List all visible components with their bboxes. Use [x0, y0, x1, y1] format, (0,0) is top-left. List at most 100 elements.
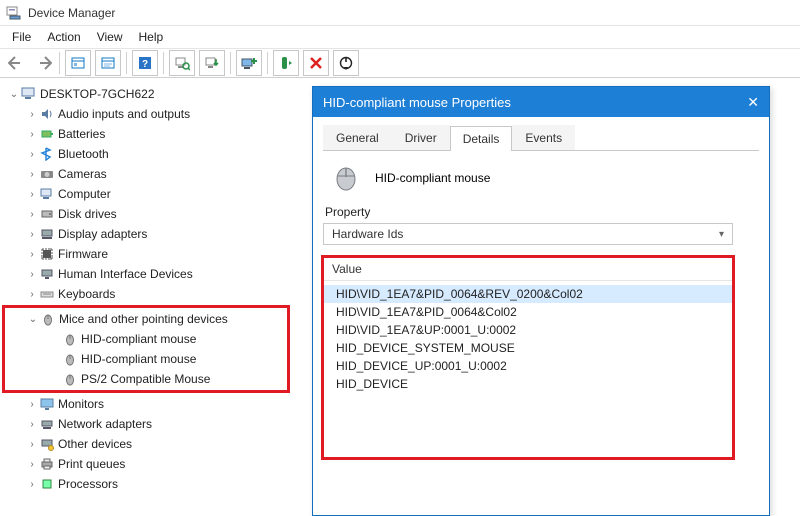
battery-icon — [38, 126, 56, 142]
chevron-right-icon[interactable]: › — [26, 289, 38, 300]
chevron-down-icon[interactable]: ⌄ — [27, 314, 39, 325]
chevron-right-icon[interactable]: › — [26, 459, 38, 470]
tree-label: Firmware — [58, 247, 108, 261]
firmware-icon — [38, 246, 56, 262]
menu-help[interactable]: Help — [131, 28, 172, 46]
uninstall-button[interactable] — [303, 50, 329, 76]
chevron-right-icon[interactable]: › — [26, 249, 38, 260]
tree-node-monitors[interactable]: › Monitors — [4, 394, 316, 414]
tree-node-processors[interactable]: › Processors — [4, 474, 316, 494]
chevron-right-icon[interactable]: › — [26, 269, 38, 280]
camera-icon — [38, 166, 56, 182]
scan-hardware-button[interactable] — [169, 50, 195, 76]
chevron-right-icon[interactable]: › — [26, 149, 38, 160]
menubar: File Action View Help — [0, 26, 800, 48]
keyboard-icon — [38, 286, 56, 302]
value-row[interactable]: HID\VID_1EA7&UP:0001_U:0002 — [324, 321, 732, 339]
chevron-right-icon[interactable]: › — [26, 439, 38, 450]
tree-node-hid[interactable]: ›Human Interface Devices — [4, 264, 316, 284]
tree-label: PS/2 Compatible Mouse — [81, 372, 210, 386]
disk-icon — [38, 206, 56, 222]
toolbar: ? — [0, 48, 800, 78]
tree-root[interactable]: ⌄ DESKTOP-7GCH622 — [4, 84, 316, 104]
show-hidden-button[interactable] — [65, 50, 91, 76]
tab-general[interactable]: General — [323, 125, 392, 150]
enable-button[interactable] — [273, 50, 299, 76]
tree-node-other[interactable]: ›Other devices — [4, 434, 316, 454]
chevron-right-icon[interactable]: › — [26, 229, 38, 240]
tree-node-network[interactable]: ›Network adapters — [4, 414, 316, 434]
menu-action[interactable]: Action — [39, 28, 88, 46]
chevron-right-icon[interactable]: › — [26, 109, 38, 120]
tree-node-keyboards[interactable]: › Keyboards — [4, 284, 316, 304]
properties-button[interactable] — [95, 50, 121, 76]
value-row[interactable]: HID_DEVICE_UP:0001_U:0002 — [324, 357, 732, 375]
chevron-right-icon[interactable]: › — [26, 209, 38, 220]
tree-item-ps2-mouse[interactable]: PS/2 Compatible Mouse — [5, 369, 287, 389]
chevron-right-icon[interactable]: › — [26, 399, 38, 410]
close-button[interactable]: ✕ — [747, 94, 759, 111]
value-row[interactable]: HID\VID_1EA7&PID_0064&REV_0200&Col02 — [324, 285, 732, 303]
value-row[interactable]: HID_DEVICE — [324, 375, 732, 393]
tree-node-print[interactable]: › Print queues — [4, 454, 316, 474]
computer-icon — [20, 86, 38, 102]
tree-node-display[interactable]: ›Display adapters — [4, 224, 316, 244]
tree-label: Processors — [58, 477, 118, 491]
help-button[interactable]: ? — [132, 50, 158, 76]
chevron-right-icon[interactable]: › — [26, 129, 38, 140]
value-row[interactable]: HID\VID_1EA7&PID_0064&Col02 — [324, 303, 732, 321]
device-name: HID-compliant mouse — [375, 171, 490, 185]
chevron-right-icon[interactable]: › — [26, 169, 38, 180]
menu-view[interactable]: View — [89, 28, 131, 46]
chevron-right-icon[interactable]: › — [26, 419, 38, 430]
device-tree[interactable]: ⌄ DESKTOP-7GCH622 ›Audio inputs and outp… — [0, 78, 320, 500]
tree-node-mice[interactable]: ⌄Mice and other pointing devices — [5, 309, 287, 329]
chevron-down-icon[interactable]: ⌄ — [8, 89, 20, 100]
highlighted-mice-group: ⌄Mice and other pointing devices HID-com… — [2, 305, 290, 393]
mouse-icon — [61, 351, 79, 367]
tree-node-audio[interactable]: ›Audio inputs and outputs — [4, 104, 316, 124]
tree-node-disk[interactable]: › Disk drives — [4, 204, 316, 224]
tree-label: Monitors — [58, 397, 104, 411]
tree-label: Computer — [58, 187, 111, 201]
tab-details[interactable]: Details — [450, 126, 513, 151]
tree-label: Keyboards — [58, 287, 115, 301]
tree-label: HID-compliant mouse — [81, 332, 196, 346]
tree-label: Cameras — [58, 167, 107, 181]
tab-driver[interactable]: Driver — [392, 125, 450, 150]
other-devices-icon — [38, 436, 56, 452]
tree-label: Disk drives — [58, 207, 117, 221]
property-dropdown[interactable]: Hardware Ids ▾ — [323, 223, 733, 245]
network-icon — [38, 416, 56, 432]
tree-node-bluetooth[interactable]: ›Bluetooth — [4, 144, 316, 164]
disable-button[interactable] — [333, 50, 359, 76]
tree-node-cameras[interactable]: › Cameras — [4, 164, 316, 184]
tree-node-firmware[interactable]: › Firmware — [4, 244, 316, 264]
display-adapter-icon — [38, 226, 56, 242]
printer-icon — [38, 456, 56, 472]
forward-button[interactable] — [30, 50, 56, 76]
tree-node-batteries[interactable]: › Batteries — [4, 124, 316, 144]
mouse-icon — [329, 165, 363, 191]
chevron-right-icon[interactable]: › — [26, 479, 38, 490]
tree-label: Batteries — [58, 127, 105, 141]
update-driver-button[interactable] — [199, 50, 225, 76]
back-button[interactable] — [4, 50, 30, 76]
audio-icon — [38, 106, 56, 122]
dialog-title: HID-compliant mouse Properties — [323, 95, 511, 110]
dialog-titlebar[interactable]: HID-compliant mouse Properties ✕ — [313, 87, 769, 117]
toolbar-separator — [163, 52, 164, 74]
value-listbox[interactable]: Value HID\VID_1EA7&PID_0064&REV_0200&Col… — [323, 257, 733, 458]
tree-root-label: DESKTOP-7GCH622 — [40, 87, 155, 101]
menu-file[interactable]: File — [4, 28, 39, 46]
tree-item-hid-mouse-1[interactable]: HID-compliant mouse — [5, 329, 287, 349]
tree-label: Print queues — [58, 457, 125, 471]
add-legacy-button[interactable] — [236, 50, 262, 76]
tree-item-hid-mouse-2[interactable]: HID-compliant mouse — [5, 349, 287, 369]
mouse-icon — [39, 311, 57, 327]
value-row[interactable]: HID_DEVICE_SYSTEM_MOUSE — [324, 339, 732, 357]
tree-node-computer[interactable]: › Computer — [4, 184, 316, 204]
tree-label: HID-compliant mouse — [81, 352, 196, 366]
tab-events[interactable]: Events — [512, 125, 575, 150]
chevron-right-icon[interactable]: › — [26, 189, 38, 200]
